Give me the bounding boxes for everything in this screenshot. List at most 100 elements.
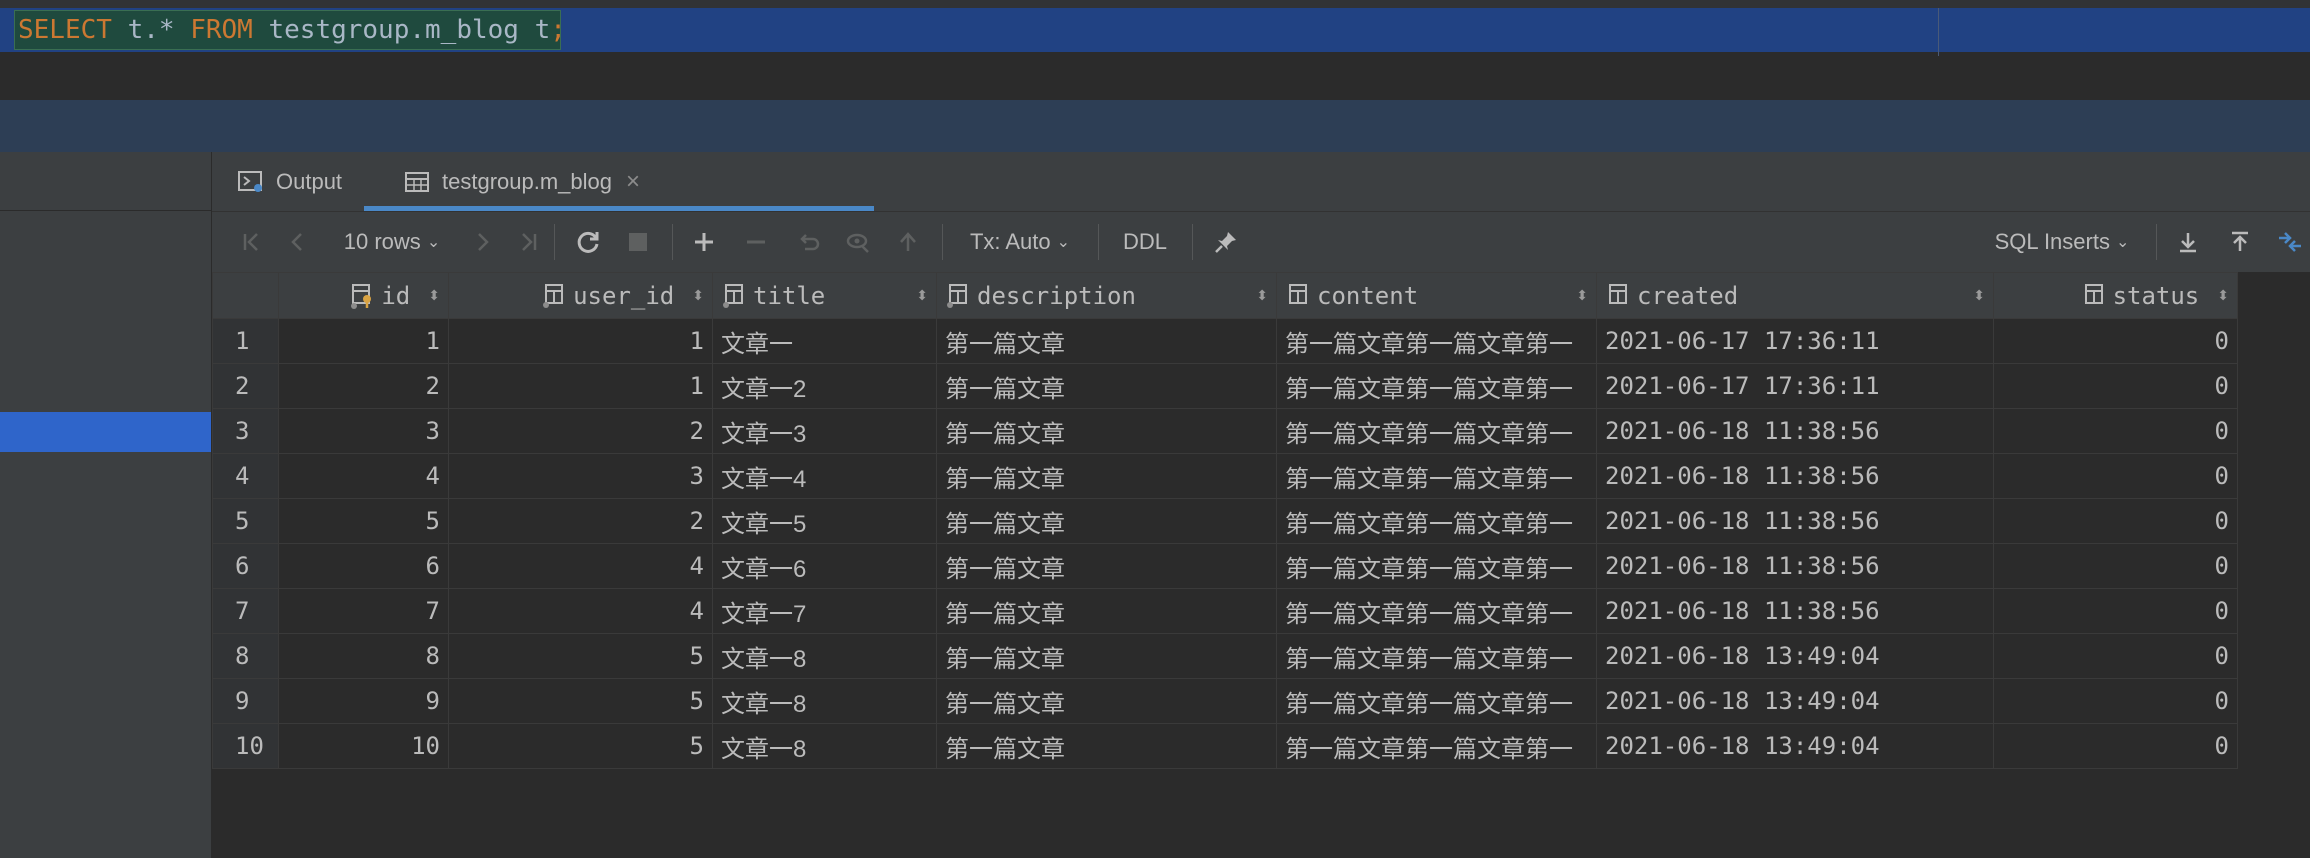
cell-content[interactable]: 第一篇文章第一篇文章第一	[1276, 318, 1597, 364]
cell-created[interactable]: 2021-06-17 17:36:11	[1596, 363, 1994, 409]
row-number[interactable]: 1	[212, 318, 279, 364]
cell-status[interactable]: 0	[1993, 453, 2238, 499]
column-header-description[interactable]: description ⬍	[936, 272, 1277, 319]
page-size-selector[interactable]: 10 rows ⌄	[332, 212, 452, 272]
cell-created[interactable]: 2021-06-17 17:36:11	[1596, 318, 1994, 364]
revert-icon[interactable]	[788, 212, 828, 272]
table-row[interactable]: 6 6 4 文章一6 第一篇文章 第一篇文章第一篇文章第一 2021-06-18 11:38…	[212, 543, 2238, 589]
cell-title[interactable]: 文章一5	[712, 498, 937, 544]
cell-status[interactable]: 0	[1993, 498, 2238, 544]
column-header-content[interactable]: content ⬍	[1276, 272, 1597, 319]
close-icon[interactable]: ×	[626, 168, 640, 196]
cell-created[interactable]: 2021-06-18 11:38:56	[1596, 408, 1994, 454]
pin-icon[interactable]	[1204, 212, 1248, 272]
cell-user-id[interactable]: 2	[448, 408, 713, 454]
cell-description[interactable]: 第一篇文章	[936, 588, 1277, 634]
cell-description[interactable]: 第一篇文章	[936, 723, 1277, 769]
cell-title[interactable]: 文章一8	[712, 723, 937, 769]
cell-user-id[interactable]: 1	[448, 363, 713, 409]
cell-status[interactable]: 0	[1993, 678, 2238, 724]
row-number[interactable]: 3	[212, 408, 279, 454]
cell-title[interactable]: 文章一3	[712, 408, 937, 454]
download-icon[interactable]	[2166, 212, 2210, 272]
preview-icon[interactable]	[838, 212, 878, 272]
cell-id[interactable]: 3	[278, 408, 449, 454]
table-row[interactable]: 5 5 2 文章一5 第一篇文章 第一篇文章第一篇文章第一 2021-06-18 11:38…	[212, 498, 2238, 544]
cell-created[interactable]: 2021-06-18 13:49:04	[1596, 723, 1994, 769]
cell-content[interactable]: 第一篇文章第一篇文章第一	[1276, 408, 1597, 454]
cell-content[interactable]: 第一篇文章第一篇文章第一	[1276, 633, 1597, 679]
cell-description[interactable]: 第一篇文章	[936, 363, 1277, 409]
sort-icon[interactable]: ⬍	[692, 287, 704, 304]
cell-id[interactable]: 2	[278, 363, 449, 409]
cell-id[interactable]: 6	[278, 543, 449, 589]
transaction-mode-selector[interactable]: Tx: Auto ⌄	[960, 212, 1080, 272]
table-row[interactable]: 7 7 4 文章一7 第一篇文章 第一篇文章第一篇文章第一 2021-06-18 11:38…	[212, 588, 2238, 634]
next-page-icon[interactable]	[462, 212, 502, 272]
cell-id[interactable]: 1	[278, 318, 449, 364]
add-row-icon[interactable]	[684, 212, 724, 272]
cell-content[interactable]: 第一篇文章第一篇文章第一	[1276, 498, 1597, 544]
sort-icon[interactable]: ⬍	[1973, 287, 1985, 304]
column-header-user-id[interactable]: user_id ⬍	[448, 272, 713, 319]
cell-description[interactable]: 第一篇文章	[936, 543, 1277, 589]
column-header-id[interactable]: id ⬍	[278, 272, 449, 319]
sort-icon[interactable]: ⬍	[1256, 287, 1268, 304]
cell-description[interactable]: 第一篇文章	[936, 678, 1277, 724]
cell-status[interactable]: 0	[1993, 363, 2238, 409]
cell-user-id[interactable]: 3	[448, 453, 713, 499]
services-tree-panel[interactable]	[0, 152, 212, 858]
cell-status[interactable]: 0	[1993, 318, 2238, 364]
cell-user-id[interactable]: 2	[448, 498, 713, 544]
cell-content[interactable]: 第一篇文章第一篇文章第一	[1276, 588, 1597, 634]
cell-title[interactable]: 文章一	[712, 318, 937, 364]
cell-title[interactable]: 文章一7	[712, 588, 937, 634]
row-number[interactable]: 4	[212, 453, 279, 499]
cell-status[interactable]: 0	[1993, 408, 2238, 454]
table-row[interactable]: 4 4 3 文章一4 第一篇文章 第一篇文章第一篇文章第一 2021-06-18 11:38…	[212, 453, 2238, 499]
cell-user-id[interactable]: 4	[448, 588, 713, 634]
cell-content[interactable]: 第一篇文章第一篇文章第一	[1276, 543, 1597, 589]
column-header-status[interactable]: status ⬍	[1993, 272, 2238, 319]
table-row[interactable]: 10 10 5 文章一8 第一篇文章 第一篇文章第一篇文章第一 2021-06-18 13:…	[212, 723, 2238, 769]
cell-status[interactable]: 0	[1993, 633, 2238, 679]
sql-statement[interactable]: SELECT t.* FROM testgroup.m_blog t;	[18, 10, 566, 50]
cell-description[interactable]: 第一篇文章	[936, 633, 1277, 679]
cell-created[interactable]: 2021-06-18 11:38:56	[1596, 498, 1994, 544]
cell-content[interactable]: 第一篇文章第一篇文章第一	[1276, 363, 1597, 409]
column-header-title[interactable]: title ⬍	[712, 272, 937, 319]
sort-icon[interactable]: ⬍	[916, 287, 928, 304]
cell-description[interactable]: 第一篇文章	[936, 408, 1277, 454]
cell-user-id[interactable]: 5	[448, 723, 713, 769]
cell-id[interactable]: 8	[278, 633, 449, 679]
sort-icon[interactable]: ⬍	[2217, 287, 2229, 304]
cell-title[interactable]: 文章一2	[712, 363, 937, 409]
cell-title[interactable]: 文章一8	[712, 633, 937, 679]
ddl-button[interactable]: DDL	[1110, 212, 1180, 272]
cell-created[interactable]: 2021-06-18 13:49:04	[1596, 633, 1994, 679]
cell-status[interactable]: 0	[1993, 723, 2238, 769]
table-row[interactable]: 1 1 1 文章一 第一篇文章 第一篇文章第一篇文章第一 2021-06-17 17:36:…	[212, 318, 2238, 364]
row-number[interactable]: 5	[212, 498, 279, 544]
cell-content[interactable]: 第一篇文章第一篇文章第一	[1276, 678, 1597, 724]
cell-created[interactable]: 2021-06-18 11:38:56	[1596, 543, 1994, 589]
cell-description[interactable]: 第一篇文章	[936, 318, 1277, 364]
first-page-icon[interactable]	[232, 212, 272, 272]
tab-output[interactable]: Output	[238, 152, 342, 211]
sort-icon[interactable]: ⬍	[1576, 287, 1588, 304]
cell-created[interactable]: 2021-06-18 11:38:56	[1596, 588, 1994, 634]
cell-user-id[interactable]: 1	[448, 318, 713, 364]
export-format-selector[interactable]: SQL Inserts ⌄	[1982, 212, 2142, 272]
row-number[interactable]: 8	[212, 633, 279, 679]
row-number[interactable]: 6	[212, 543, 279, 589]
table-row[interactable]: 8 8 5 文章一8 第一篇文章 第一篇文章第一篇文章第一 2021-06-18 13:49…	[212, 633, 2238, 679]
cell-user-id[interactable]: 5	[448, 633, 713, 679]
tree-selected-item[interactable]	[0, 412, 211, 452]
cell-id[interactable]: 9	[278, 678, 449, 724]
table-row[interactable]: 9 9 5 文章一8 第一篇文章 第一篇文章第一篇文章第一 2021-06-18 13:49…	[212, 678, 2238, 724]
compare-icon[interactable]	[2270, 212, 2310, 272]
cell-id[interactable]: 4	[278, 453, 449, 499]
cell-description[interactable]: 第一篇文章	[936, 453, 1277, 499]
row-number[interactable]: 7	[212, 588, 279, 634]
cell-status[interactable]: 0	[1993, 588, 2238, 634]
